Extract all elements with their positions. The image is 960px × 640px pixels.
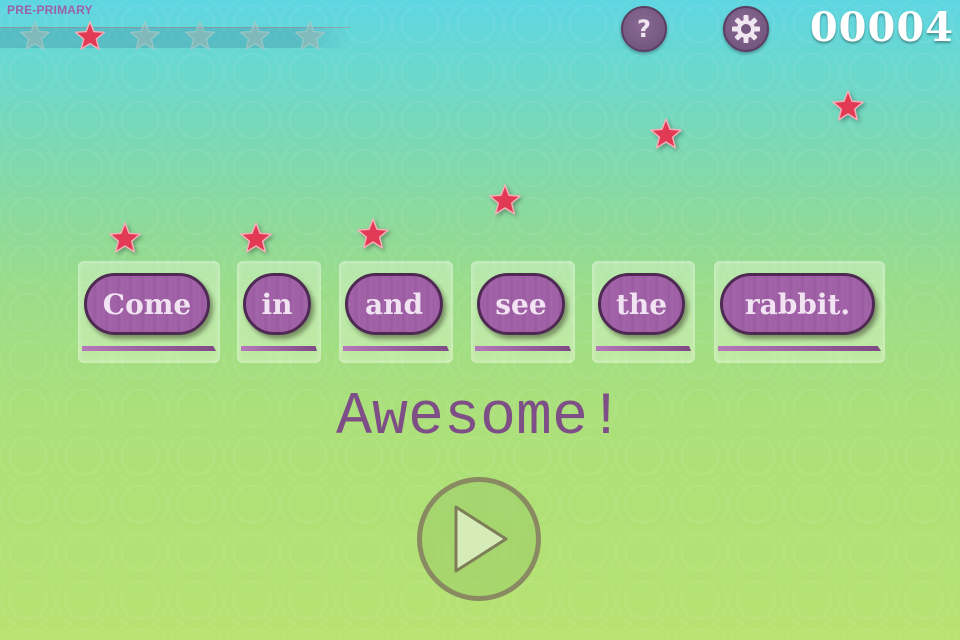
progress-star-empty-icon	[239, 21, 271, 50]
reward-star-icon	[650, 118, 682, 149]
word-slot-underline	[596, 346, 691, 351]
word-slot-underline	[82, 346, 216, 351]
word-tile[interactable]: the	[592, 261, 695, 363]
word-chip[interactable]: Come	[84, 273, 210, 335]
settings-button[interactable]	[723, 6, 769, 52]
word-chip[interactable]: the	[598, 273, 685, 335]
reward-star-icon	[357, 218, 389, 249]
progress-star-empty-icon	[19, 21, 51, 50]
score-counter: 00004	[809, 4, 954, 51]
word-slot-underline	[718, 346, 881, 351]
word-text: in	[261, 287, 293, 321]
reward-star-icon	[240, 222, 272, 253]
word-chip[interactable]: and	[345, 273, 443, 335]
word-chip[interactable]: in	[243, 273, 311, 335]
word-tile[interactable]: Come	[78, 261, 220, 363]
word-slot-underline	[343, 346, 449, 351]
word-tile[interactable]: see	[471, 261, 575, 363]
reward-star-icon	[832, 90, 864, 121]
progress-star-empty-icon	[184, 21, 216, 50]
word-text: the	[615, 287, 668, 321]
word-tile[interactable]: and	[339, 261, 453, 363]
word-chip[interactable]: rabbit.	[720, 273, 875, 335]
play-button[interactable]	[417, 477, 541, 601]
word-tile[interactable]: in	[237, 261, 321, 363]
progress-star-empty-icon	[294, 21, 326, 50]
word-tile[interactable]: rabbit.	[714, 261, 885, 363]
reward-star-icon	[109, 222, 141, 253]
word-chip[interactable]: see	[477, 273, 565, 335]
word-text: rabbit.	[744, 287, 851, 321]
word-text: Come	[102, 287, 192, 321]
reward-star-icon	[489, 184, 521, 215]
play-icon	[454, 505, 508, 573]
feedback-message: Awesome!	[335, 384, 625, 452]
level-label: PRE-PRIMARY	[7, 3, 93, 17]
progress-star-earned-icon	[74, 21, 106, 50]
progress-star-empty-icon	[129, 21, 161, 50]
help-button[interactable]: ?	[621, 6, 667, 52]
gear-icon	[732, 15, 760, 43]
word-slot-underline	[241, 346, 317, 351]
question-icon: ?	[637, 15, 651, 43]
word-text: see	[495, 287, 547, 321]
word-text: and	[364, 287, 424, 321]
word-slot-underline	[475, 346, 571, 351]
